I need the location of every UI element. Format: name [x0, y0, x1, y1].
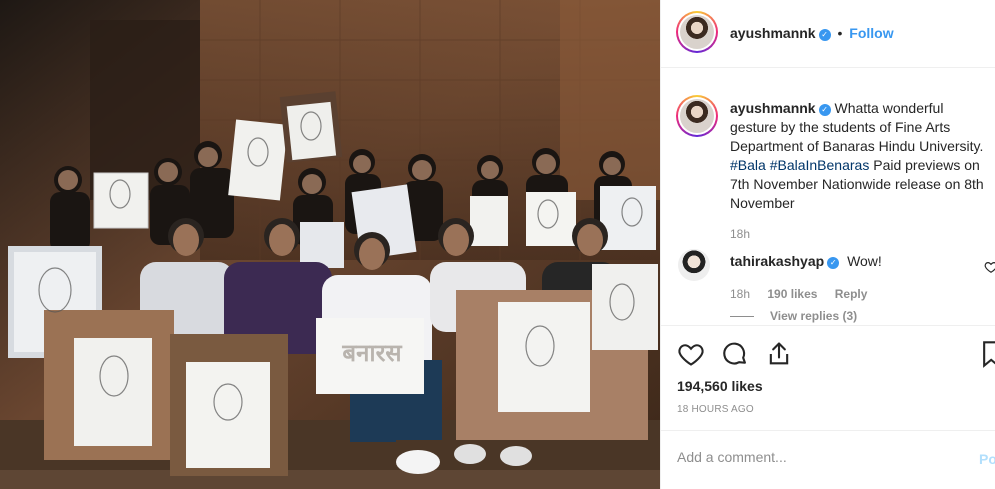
comments-section[interactable]: ayushmannk ✓ Whatta wonderful gesture by … [661, 69, 995, 324]
post-actions: 194,560 likes 18 HOURS AGO [661, 325, 995, 430]
comment-icon[interactable] [721, 340, 749, 368]
comment-like-heart-icon[interactable] [984, 260, 995, 274]
comment: tahirakashyap ✓ Wow! [730, 253, 882, 269]
comment-timestamp[interactable]: 18h [730, 287, 750, 301]
view-replies-button[interactable]: View replies (3) [730, 309, 857, 323]
header-separator: • [837, 25, 843, 41]
add-comment-bar: Post [661, 430, 995, 489]
caption-author-avatar[interactable] [676, 95, 718, 137]
follow-button[interactable]: Follow [849, 25, 893, 41]
post-sidebar: ayushmannk ✓ • Follow ayushmannk ✓ Whatta … [660, 0, 995, 489]
post-timestamp[interactable]: 18 HOURS AGO [677, 404, 754, 415]
post-photo-illustration [0, 0, 660, 489]
add-comment-input[interactable] [677, 449, 957, 465]
comment-reply-button[interactable]: Reply [835, 287, 868, 301]
share-icon[interactable] [765, 340, 793, 368]
banaras-sign-text: बनारस [342, 339, 402, 367]
post-header: ayushmannk ✓ • Follow [661, 0, 995, 68]
likes-count[interactable]: 194,560 likes [677, 378, 763, 394]
post-caption: ayushmannk ✓ Whatta wonderful gesture by … [730, 99, 992, 213]
header-user: ayushmannk ✓ • Follow [730, 25, 894, 41]
caption-username[interactable]: ayushmannk [730, 100, 816, 116]
hashtag-balainbenaras[interactable]: #BalaInBenaras [770, 157, 870, 173]
verified-badge-icon: ✓ [818, 104, 831, 116]
commenter-avatar[interactable] [678, 249, 710, 281]
caption-timestamp[interactable]: 18h [730, 227, 750, 241]
hashtag-bala[interactable]: #Bala [730, 157, 766, 173]
author-avatar[interactable] [676, 11, 718, 53]
post-comment-button[interactable]: Post [979, 451, 995, 467]
replies-divider [730, 316, 754, 318]
header-username[interactable]: ayushmannk [730, 25, 816, 41]
comment-likes[interactable]: 190 likes [767, 287, 817, 301]
comment-meta: 18h 190 likes Reply [730, 287, 881, 301]
comment-username[interactable]: tahirakashyap [730, 253, 824, 269]
verified-badge-icon: ✓ [818, 29, 831, 41]
verified-badge-icon: ✓ [827, 257, 840, 269]
heart-icon[interactable] [677, 340, 705, 368]
comment-text: Wow! [847, 253, 882, 269]
post-photo[interactable]: बनारस [0, 0, 660, 489]
view-replies-label: View replies (3) [770, 309, 858, 323]
bookmark-icon[interactable] [983, 340, 995, 368]
